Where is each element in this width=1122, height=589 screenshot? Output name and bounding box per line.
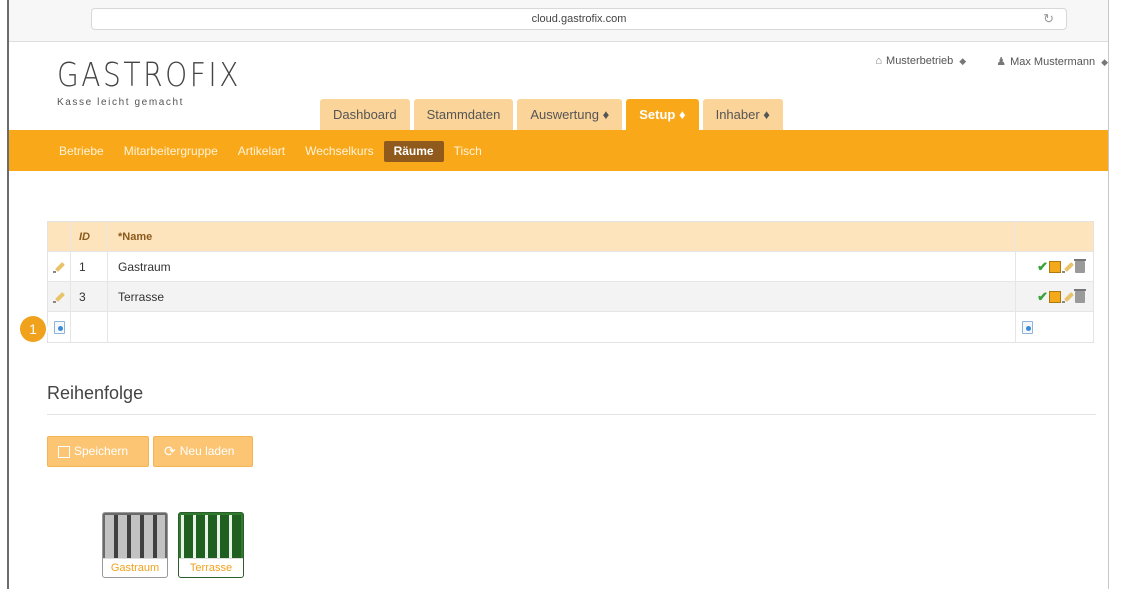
- save-icon[interactable]: [1049, 260, 1061, 273]
- save-button[interactable]: Speichern: [47, 436, 149, 467]
- window-frame-right: [1108, 0, 1122, 589]
- row-name: Terrasse: [108, 282, 1016, 311]
- home-icon: ⌂: [875, 55, 883, 67]
- trash-icon[interactable]: [1074, 288, 1086, 303]
- row-id: 3: [71, 282, 108, 311]
- tagline: Kasse leicht gemacht: [57, 97, 185, 108]
- user-icon: ♟: [996, 56, 1007, 68]
- tab-setup[interactable]: Setup ♦: [626, 99, 699, 130]
- subnav-tisch[interactable]: Tisch: [444, 141, 492, 162]
- edit-row-button[interactable]: [48, 282, 71, 311]
- browser-toolbar: cloud.gastrofix.com ↻: [9, 0, 1108, 42]
- pencil-icon[interactable]: [1062, 261, 1074, 273]
- pencil-icon[interactable]: [1062, 291, 1074, 303]
- user-menu[interactable]: ♟ Max Mustermann ◆: [996, 55, 1108, 68]
- subnav-betriebe[interactable]: Betriebe: [49, 141, 114, 162]
- business-label: Musterbetrieb: [886, 55, 954, 67]
- column-header-id[interactable]: ID: [71, 222, 108, 251]
- sort-caret-icon: ◆: [1101, 57, 1108, 67]
- user-label: Max Mustermann: [1010, 56, 1096, 68]
- app-header: GASTROFIX Kasse leicht gemacht ⌂ Musterbe…: [9, 43, 1108, 130]
- reload-button[interactable]: ⟳ Neu laden: [153, 436, 253, 467]
- tab-inhaber[interactable]: Inhaber ♦: [702, 99, 783, 130]
- sort-caret-icon: ◆: [959, 56, 967, 66]
- save-icon[interactable]: [1049, 290, 1061, 303]
- section-title: Reihenfolge: [47, 383, 144, 403]
- section-divider: [47, 414, 1096, 415]
- step-badge: 1: [20, 316, 46, 342]
- window-frame-left: [0, 0, 9, 589]
- room-tile-terrasse[interactable]: Terrasse: [178, 512, 244, 578]
- save-button-label: Speichern: [74, 444, 129, 458]
- row-id: 1: [71, 252, 108, 281]
- new-row-actions: [1016, 312, 1093, 342]
- pencil-icon: [53, 291, 65, 303]
- check-icon[interactable]: ✔: [1037, 259, 1048, 275]
- main-tabs: Dashboard Stammdaten Auswertung ♦ Setup …: [320, 99, 783, 130]
- new-row-id: [71, 312, 108, 342]
- refresh-icon: ⟳: [164, 443, 176, 459]
- add-row-icon[interactable]: [1022, 320, 1033, 334]
- room-label: Gastraum: [103, 558, 167, 577]
- room-tile-gastraum[interactable]: Gastraum: [102, 512, 168, 578]
- subnav-artikelart[interactable]: Artikelart: [228, 141, 295, 162]
- top-links: ⌂ Musterbetrieb ◆ ♟ Max Mustermann ◆: [875, 55, 1108, 68]
- rooms-table: ID *Name 1 Gastraum ✔ 3 Terrasse ✔: [47, 221, 1094, 343]
- business-selector[interactable]: ⌂ Musterbetrieb ◆: [875, 55, 966, 68]
- room-label: Terrasse: [179, 558, 243, 577]
- pencil-icon: [53, 261, 65, 273]
- new-row: [48, 312, 1093, 342]
- reload-button-label: Neu laden: [179, 444, 235, 458]
- sub-navigation: Betriebe Mitarbeitergruppe Artikelart We…: [9, 130, 1108, 171]
- subnav-raeume[interactable]: Räume: [383, 141, 444, 162]
- reload-icon[interactable]: ↻: [1043, 9, 1054, 29]
- check-icon[interactable]: ✔: [1037, 289, 1048, 305]
- new-row-name: [108, 312, 1016, 342]
- column-header-name[interactable]: *Name: [108, 222, 1016, 251]
- add-row-icon: [53, 320, 65, 334]
- subnav-mitarbeitergruppe[interactable]: Mitarbeitergruppe: [114, 141, 228, 162]
- tab-dashboard[interactable]: Dashboard: [320, 99, 410, 130]
- room-thumbnail: [181, 515, 241, 559]
- row-name: Gastraum: [108, 252, 1016, 281]
- subnav-wechselkurs[interactable]: Wechselkurs: [295, 141, 383, 162]
- tab-stammdaten[interactable]: Stammdaten: [413, 99, 514, 130]
- url-text: cloud.gastrofix.com: [531, 13, 627, 25]
- logo[interactable]: GASTROFIX: [57, 55, 241, 94]
- table-row[interactable]: 3 Terrasse ✔: [48, 282, 1093, 312]
- row-actions: ✔: [1016, 282, 1093, 311]
- address-bar[interactable]: cloud.gastrofix.com ↻: [91, 8, 1067, 30]
- tab-auswertung[interactable]: Auswertung ♦: [517, 99, 623, 130]
- header-edit-cell: [48, 222, 71, 251]
- row-actions: ✔: [1016, 252, 1093, 281]
- table-header: ID *Name: [48, 222, 1093, 252]
- add-row-button[interactable]: [48, 312, 71, 342]
- trash-icon[interactable]: [1074, 258, 1086, 273]
- room-thumbnail: [105, 515, 165, 559]
- header-actions-cell: [1016, 222, 1093, 251]
- edit-row-button[interactable]: [48, 252, 71, 281]
- floppy-icon: [58, 445, 70, 458]
- table-row[interactable]: 1 Gastraum ✔: [48, 252, 1093, 282]
